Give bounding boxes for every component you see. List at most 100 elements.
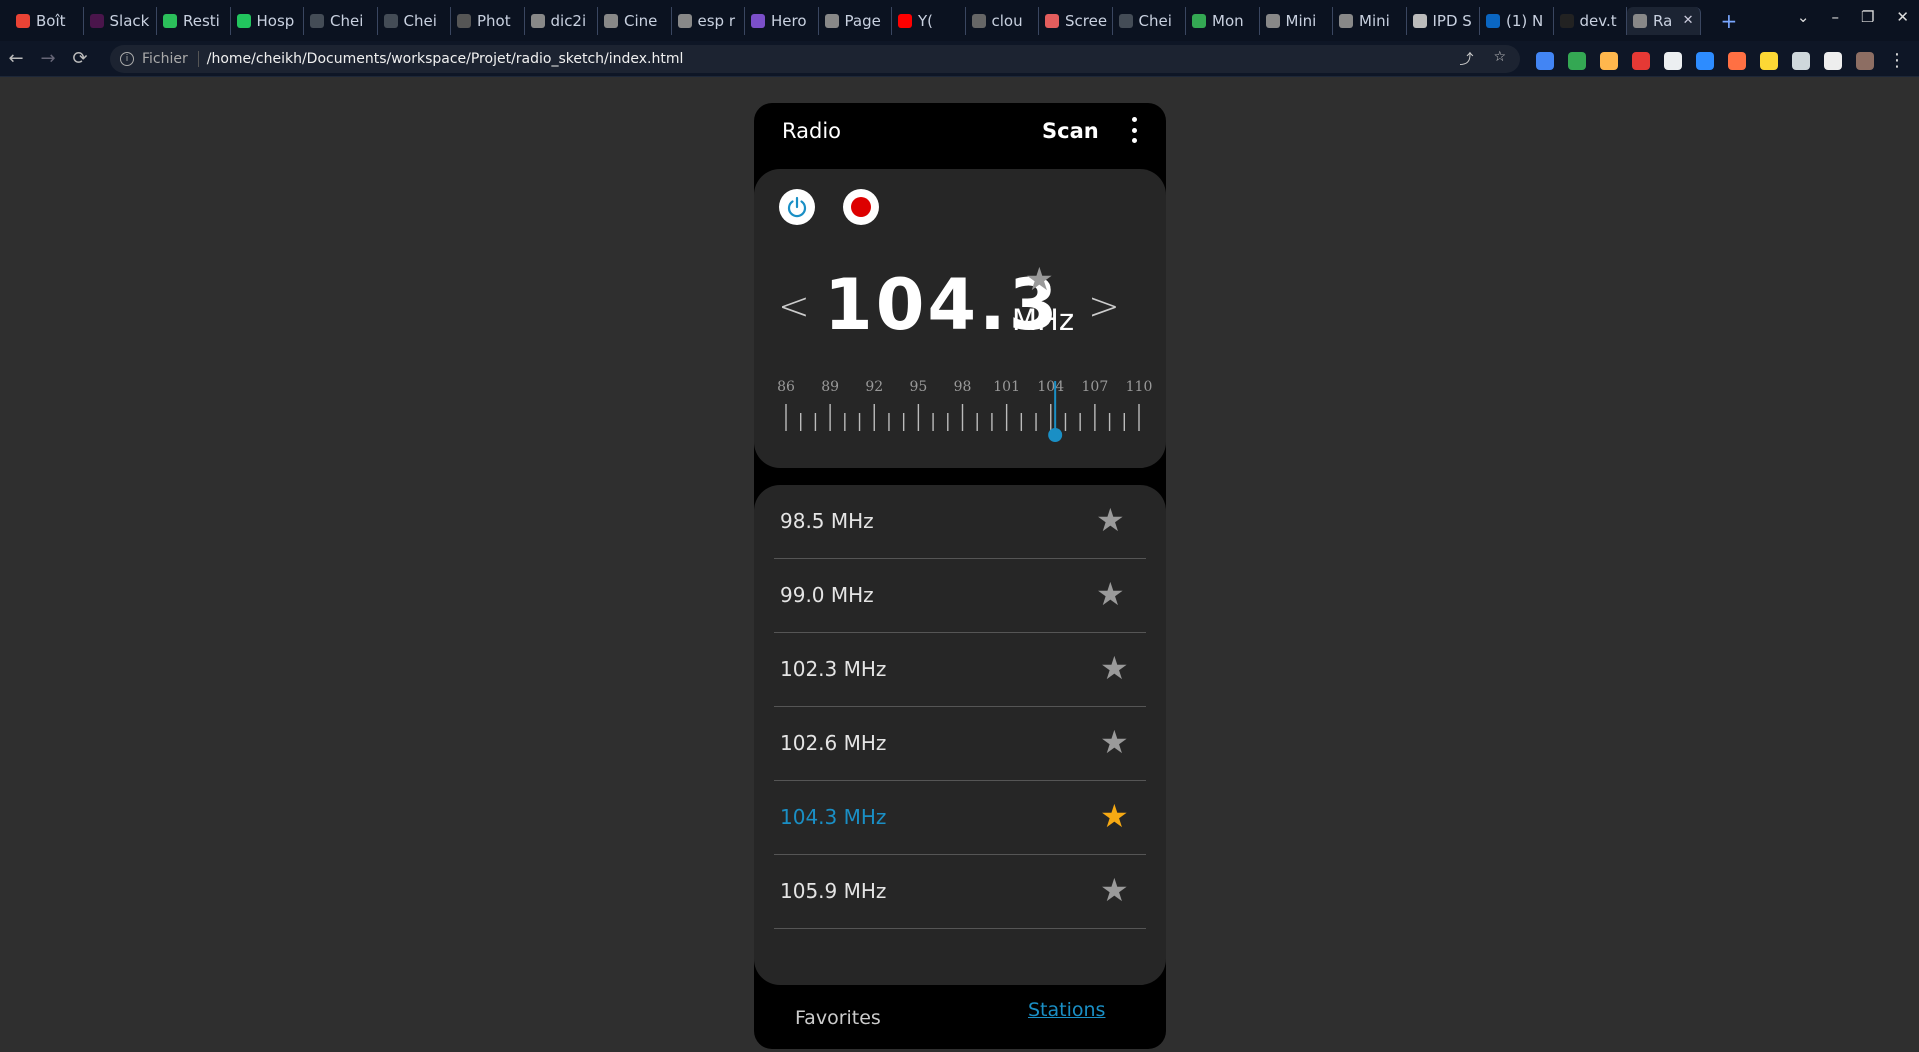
tab-stations[interactable]: Stations xyxy=(1028,999,1105,1021)
browser-tab[interactable]: Phot xyxy=(451,6,525,35)
record-icon xyxy=(851,197,871,217)
browser-tab[interactable]: Chei xyxy=(304,6,378,35)
browser-tab[interactable]: Scree xyxy=(1039,6,1113,35)
extension-icon[interactable] xyxy=(1696,51,1714,70)
tab-title: esp r xyxy=(697,11,736,30)
browser-tab[interactable]: Resti xyxy=(157,6,231,35)
dial-handle[interactable] xyxy=(1048,428,1063,442)
station-favorite-star-icon[interactable]: ★ xyxy=(1100,797,1129,835)
station-frequency: 98.5 MHz xyxy=(780,509,874,533)
browser-tab[interactable]: (1) N xyxy=(1480,6,1554,35)
frequency-dial[interactable]: 86 89 92 95 98 101 104 107 110 xyxy=(754,379,1166,459)
tab-list: Boît Slack Resti Hosp Chei Chei Phot dic2i Cine e… xyxy=(10,6,1701,35)
next-station-button[interactable]: > xyxy=(1088,284,1120,328)
tab-title: Chei xyxy=(1138,11,1172,30)
extension-icon[interactable] xyxy=(1600,51,1618,70)
extension-icon[interactable] xyxy=(1728,51,1746,70)
minimize-icon[interactable]: – xyxy=(1831,8,1839,26)
tab-title: Chei xyxy=(403,11,437,30)
reload-icon[interactable]: ⟳ xyxy=(64,48,96,69)
power-button[interactable] xyxy=(779,189,815,225)
tab-title: Chei xyxy=(330,11,364,30)
station-favorite-star-icon[interactable]: ★ xyxy=(1100,649,1129,687)
tab-title: Y( xyxy=(918,11,934,30)
extension-icon[interactable] xyxy=(1792,51,1810,70)
station-row[interactable]: 102.6 MHz ★ xyxy=(774,707,1146,781)
station-favorite-star-icon[interactable]: ★ xyxy=(1096,575,1125,613)
scheme-label: Fichier xyxy=(142,51,199,67)
tab-favicon-icon xyxy=(163,13,177,28)
tab-favicon-icon xyxy=(310,13,324,28)
browser-menu-icon[interactable]: ⋮ xyxy=(1888,50,1906,71)
address-bar[interactable]: i Fichier /home/cheikh/Documents/workspa… xyxy=(110,45,1520,73)
station-favorite-star-icon[interactable]: ★ xyxy=(1100,723,1129,761)
browser-tab[interactable]: Mon xyxy=(1186,6,1260,35)
previous-station-button[interactable]: < xyxy=(778,284,810,328)
browser-tab[interactable]: Slack xyxy=(84,6,157,35)
station-row[interactable]: 102.3 MHz ★ xyxy=(774,633,1146,707)
close-window-icon[interactable]: ✕ xyxy=(1896,8,1909,26)
tab-favicon-icon xyxy=(530,13,545,28)
browser-tab[interactable]: Chei xyxy=(378,6,451,35)
extension-icon[interactable] xyxy=(1632,51,1650,70)
extension-icon[interactable] xyxy=(1824,51,1842,70)
browser-tab[interactable]: Hosp xyxy=(231,6,304,35)
extension-icons: ⋮ xyxy=(1536,50,1906,71)
tab-title: Ra xyxy=(1653,11,1673,30)
browser-tab[interactable]: clou xyxy=(966,6,1039,35)
browser-tab[interactable]: dev.t xyxy=(1554,6,1627,35)
station-row[interactable]: 105.9 MHz ★ xyxy=(774,855,1146,929)
site-info-icon[interactable]: i xyxy=(120,52,134,66)
share-icon[interactable]: ⤴ xyxy=(1459,49,1473,69)
browser-tab[interactable]: Y( xyxy=(892,6,966,35)
tab-favicon-icon xyxy=(971,13,986,28)
tab-title: Scree xyxy=(1065,11,1108,30)
browser-tab[interactable]: Mini xyxy=(1333,6,1407,35)
url-text[interactable]: /home/cheikh/Documents/workspace/Projet/… xyxy=(207,51,684,67)
tab-favicon-icon xyxy=(1045,13,1059,28)
back-icon[interactable]: ← xyxy=(0,48,32,69)
tab-search-icon[interactable]: ⌄ xyxy=(1797,8,1810,26)
tab-favicon-icon xyxy=(236,13,251,28)
forward-icon[interactable]: → xyxy=(32,48,64,69)
tab-title: dev.t xyxy=(1579,11,1617,30)
tab-title: IPD S xyxy=(1432,11,1472,30)
browser-tab[interactable]: Mini xyxy=(1260,6,1333,35)
browser-tab[interactable]: Hero xyxy=(745,6,819,35)
close-tab-icon[interactable]: ✕ xyxy=(1683,13,1694,28)
station-row[interactable]: 99.0 MHz ★ xyxy=(774,559,1146,633)
scan-button[interactable]: Scan xyxy=(1042,119,1099,143)
bookmark-star-icon[interactable]: ☆ xyxy=(1493,49,1506,69)
station-row[interactable]: 98.5 MHz ★ xyxy=(774,485,1146,559)
browser-tab[interactable]: Boît xyxy=(10,6,84,35)
extension-icon[interactable] xyxy=(1856,51,1874,70)
extension-icon[interactable] xyxy=(1664,51,1682,70)
extension-icon[interactable] xyxy=(1568,51,1586,70)
favorite-star-icon[interactable]: ★ xyxy=(1025,260,1054,298)
browser-tab[interactable]: Page xyxy=(819,6,892,35)
browser-tab-bar: Boît Slack Resti Hosp Chei Chei Phot dic2i Cine e… xyxy=(0,0,1919,41)
tab-favorites[interactable]: Favorites xyxy=(795,1007,881,1029)
extension-icon[interactable] xyxy=(1760,51,1778,70)
station-frequency: 99.0 MHz xyxy=(780,583,874,607)
dial-tick-label: 110 xyxy=(1126,379,1153,395)
browser-tab[interactable]: IPD S xyxy=(1407,6,1480,35)
tuner-panel: < 104.3 ★ MHz > 86 89 92 95 98 101 104 107 110 xyxy=(754,169,1166,468)
maximize-icon[interactable]: ❐ xyxy=(1861,8,1874,26)
browser-tab[interactable]: Cine xyxy=(598,6,672,35)
tab-favicon-icon xyxy=(1559,13,1574,28)
browser-tab[interactable]: Ra ✕ xyxy=(1627,6,1701,35)
station-row[interactable]: 104.3 MHz ★ xyxy=(774,781,1146,855)
station-favorite-star-icon[interactable]: ★ xyxy=(1100,871,1129,909)
browser-tab[interactable]: Chei xyxy=(1113,6,1186,35)
record-button[interactable] xyxy=(843,189,879,225)
browser-tab[interactable]: dic2i xyxy=(525,6,598,35)
browser-tab[interactable]: esp r xyxy=(672,6,745,35)
more-menu-icon[interactable] xyxy=(1128,117,1140,143)
tab-title: Hero xyxy=(771,11,807,30)
tab-favicon-icon xyxy=(898,13,912,28)
dial-tick-label: 86 xyxy=(777,379,795,395)
station-favorite-star-icon[interactable]: ★ xyxy=(1096,501,1125,539)
new-tab-button[interactable]: + xyxy=(1721,9,1738,33)
extension-icon[interactable] xyxy=(1536,51,1554,70)
